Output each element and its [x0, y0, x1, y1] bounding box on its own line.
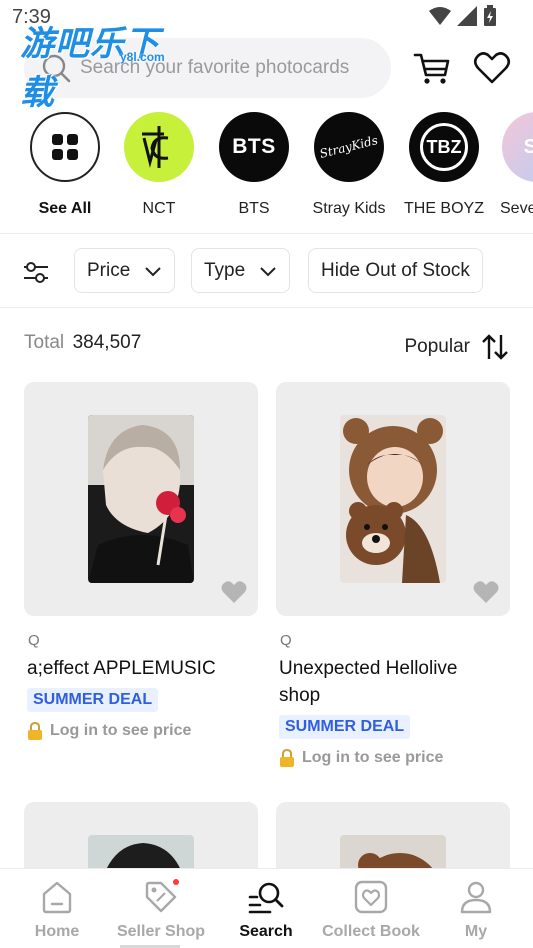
hide-out-of-stock-toggle[interactable]: Hide Out of Stock — [308, 248, 483, 293]
tab-collect-book[interactable]: Collect Book — [318, 879, 424, 941]
stray-kids-logo: StrayKids — [314, 112, 384, 182]
product-title: a;effect APPLEMUSIC — [27, 658, 216, 679]
sort-dropdown[interactable]: Popular — [405, 332, 511, 362]
bottom-tab-bar: Home Seller Shop Search Collect Book My — [0, 868, 533, 948]
cart-icon[interactable] — [412, 48, 452, 88]
filter-bar: Price Type Hide Out of Stock — [0, 248, 533, 294]
status-icons — [429, 5, 497, 27]
login-to-see-price[interactable]: Log in to see price — [24, 722, 258, 740]
artist-name: See All — [38, 200, 92, 217]
watermark-sub: y8l.com — [120, 50, 165, 64]
sort-arrows-icon — [482, 334, 508, 360]
divider — [0, 307, 533, 308]
home-icon — [42, 881, 72, 914]
total-label: Total — [24, 332, 65, 353]
watermark-logo: 游吧乐下载 y8l.com — [20, 16, 190, 113]
bts-logo: BTS — [219, 112, 289, 182]
product-brand: Q — [28, 632, 40, 649]
artist-stray-kids[interactable]: StrayKids Stray Kids — [304, 110, 394, 218]
the-boyz-logo: TBZ — [409, 112, 479, 182]
tab-search[interactable]: Search — [213, 879, 319, 941]
price-note: Log in to see price — [50, 722, 192, 739]
artist-name: NCT — [142, 200, 176, 217]
product-title-line: shop — [279, 685, 321, 706]
promo-badge: SUMMER DEAL — [27, 688, 159, 712]
wishlist-heart-icon[interactable] — [472, 48, 512, 88]
artist-carousel[interactable]: See All NCT BTS BTS StrayKids Stray Kids… — [0, 110, 533, 228]
product-brand: Q — [280, 632, 292, 649]
grid-icon — [30, 112, 100, 182]
product-thumbnail[interactable] — [276, 382, 510, 616]
favorite-heart-icon[interactable] — [472, 578, 500, 606]
price-filter-label: Price — [87, 259, 131, 281]
photocard-image — [340, 415, 446, 583]
product-title-line: Unexpected Hellolive — [279, 658, 458, 679]
type-filter-label: Type — [204, 259, 246, 281]
tab-label: Seller Shop — [116, 923, 206, 940]
type-filter-dropdown[interactable]: Type — [191, 248, 291, 293]
product-card[interactable]: Q a;effect APPLEMUSIC SUMMER DEAL Log in… — [24, 382, 258, 740]
search-list-icon — [248, 882, 284, 914]
artist-seventeen[interactable]: SV Seve — [492, 110, 533, 218]
tab-my[interactable]: My — [423, 879, 529, 941]
lock-icon — [28, 722, 42, 740]
filter-settings-icon[interactable] — [22, 258, 50, 286]
results-summary: Total 384,507 Popular — [24, 332, 510, 360]
stray-kids-logo-text: StrayKids — [318, 133, 380, 161]
sort-label: Popular — [404, 336, 471, 357]
lock-icon — [280, 749, 294, 767]
artist-the-boyz[interactable]: TBZ THE BOYZ — [399, 110, 489, 218]
promo-badge: SUMMER DEAL — [279, 715, 411, 739]
artist-name: BTS — [238, 200, 270, 217]
seventeen-logo-text: SV — [523, 135, 533, 158]
tag-icon — [145, 879, 179, 913]
bts-logo-text: BTS — [232, 135, 276, 158]
battery-icon — [484, 5, 496, 26]
price-filter-dropdown[interactable]: Price — [74, 248, 176, 293]
chevron-down-icon — [260, 266, 276, 276]
signal-icon — [457, 6, 477, 26]
tab-home[interactable]: Home — [4, 879, 110, 941]
tab-label: Home — [34, 923, 80, 940]
total-count: 384,507 — [72, 332, 142, 353]
login-to-see-price[interactable]: Log in to see price — [276, 749, 510, 767]
artist-nct[interactable]: NCT — [114, 110, 204, 218]
tab-seller-shop[interactable]: Seller Shop — [108, 879, 214, 941]
tab-label: Search — [239, 923, 293, 940]
artist-name: Seve — [500, 200, 533, 217]
user-icon — [460, 881, 492, 914]
wifi-icon — [429, 7, 451, 25]
favorite-heart-icon[interactable] — [220, 578, 248, 606]
product-title: Unexpected Hellolive shop — [276, 655, 510, 709]
artist-name: Stray Kids — [312, 200, 386, 217]
chevron-down-icon — [145, 266, 162, 276]
the-boyz-logo-text: TBZ — [420, 123, 468, 171]
tab-label: Collect Book — [322, 923, 420, 940]
artist-bts[interactable]: BTS BTS — [209, 110, 299, 218]
product-card[interactable]: Q Unexpected Hellolive shop SUMMER DEAL … — [276, 382, 510, 767]
price-note: Log in to see price — [302, 749, 444, 766]
seventeen-logo: SV — [502, 112, 533, 182]
artist-see-all[interactable]: See All — [20, 110, 110, 218]
photocard-image — [88, 415, 194, 583]
collect-book-icon — [354, 880, 388, 914]
artist-name: THE BOYZ — [403, 200, 484, 217]
watermark-text: 游吧乐下载 — [20, 24, 160, 113]
product-thumbnail[interactable] — [24, 382, 258, 616]
nct-logo — [124, 112, 194, 182]
hide-out-of-stock-label: Hide Out of Stock — [321, 259, 470, 281]
divider — [0, 233, 533, 234]
tab-label: My — [464, 923, 488, 940]
